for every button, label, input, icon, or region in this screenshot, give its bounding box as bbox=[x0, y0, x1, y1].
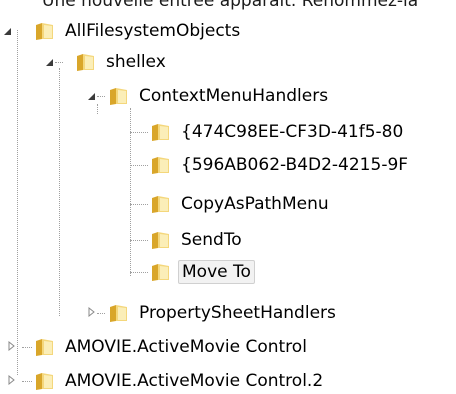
collapse-arrow-icon[interactable] bbox=[86, 307, 96, 317]
folder-icon bbox=[77, 54, 94, 71]
folder-icon bbox=[36, 23, 53, 40]
tree-node-label: CopyAsPathMenu bbox=[181, 194, 329, 214]
folder-icon bbox=[36, 373, 53, 390]
tree-connector bbox=[17, 30, 18, 375]
tree-node-label: {596AB062-B4D2-4215-9F bbox=[181, 155, 409, 175]
folder-icon bbox=[152, 264, 169, 281]
tree-node-sendto[interactable]: SendTo bbox=[150, 227, 245, 253]
registry-tree: AllFilesystemObjects shellex ContextMenu… bbox=[0, 0, 456, 394]
tree-connector bbox=[97, 313, 105, 314]
folder-icon bbox=[110, 88, 127, 105]
tree-connector bbox=[130, 204, 148, 205]
tree-node-label: SendTo bbox=[181, 230, 242, 250]
folder-icon bbox=[152, 196, 169, 213]
folder-icon bbox=[152, 124, 169, 141]
tree-connector bbox=[59, 68, 60, 316]
collapse-arrow-icon[interactable] bbox=[6, 341, 16, 351]
tree-node-amovie-activemovie-control[interactable]: AMOVIE.ActiveMovie Control bbox=[34, 334, 310, 360]
tree-connector bbox=[97, 96, 105, 97]
tree-node-amovie-activemovie-control-2[interactable]: AMOVIE.ActiveMovie Control.2 bbox=[34, 368, 326, 394]
tree-connector bbox=[130, 165, 148, 166]
tree-node-shellex[interactable]: shellex bbox=[75, 49, 169, 75]
tree-connector bbox=[130, 132, 148, 133]
tree-node-guid-474c98ee[interactable]: {474C98EE-CF3D-41f5-80 bbox=[150, 119, 406, 145]
tree-connector bbox=[22, 347, 32, 348]
tree-connector bbox=[130, 272, 148, 273]
tree-node-propertysheethandlers[interactable]: PropertySheetHandlers bbox=[108, 300, 339, 326]
expand-arrow-icon[interactable] bbox=[2, 26, 12, 36]
tree-node-label: AllFilesystemObjects bbox=[65, 21, 241, 41]
tree-connector bbox=[130, 108, 131, 276]
expand-arrow-icon[interactable] bbox=[44, 57, 54, 67]
tree-node-contextmenuhandlers[interactable]: ContextMenuHandlers bbox=[108, 83, 331, 109]
tree-node-move-to[interactable]: Move To bbox=[150, 259, 255, 285]
folder-icon bbox=[36, 339, 53, 356]
tree-node-label-editing[interactable]: Move To bbox=[178, 260, 255, 284]
tree-node-guid-596ab062[interactable]: {596AB062-B4D2-4215-9F bbox=[150, 152, 411, 178]
folder-icon bbox=[152, 157, 169, 174]
tree-connector bbox=[130, 240, 148, 241]
tree-node-label: {474C98EE-CF3D-41f5-80 bbox=[181, 122, 404, 142]
tree-node-label: AMOVIE.ActiveMovie Control bbox=[65, 337, 307, 357]
tree-connector bbox=[55, 62, 63, 63]
tree-node-allfilesystemobjects[interactable]: AllFilesystemObjects bbox=[34, 18, 243, 44]
tree-node-label: ContextMenuHandlers bbox=[139, 86, 329, 106]
tree-node-copyaspathmenu[interactable]: CopyAsPathMenu bbox=[150, 191, 332, 217]
folder-icon bbox=[110, 305, 127, 322]
tree-node-label: AMOVIE.ActiveMovie Control.2 bbox=[65, 371, 324, 391]
collapse-arrow-icon[interactable] bbox=[6, 375, 16, 385]
tree-connector bbox=[97, 104, 98, 114]
tree-node-label: shellex bbox=[106, 52, 166, 72]
tree-connector bbox=[22, 381, 32, 382]
folder-icon bbox=[152, 232, 169, 249]
tree-node-label: PropertySheetHandlers bbox=[139, 303, 336, 323]
expand-arrow-icon[interactable] bbox=[86, 91, 96, 101]
